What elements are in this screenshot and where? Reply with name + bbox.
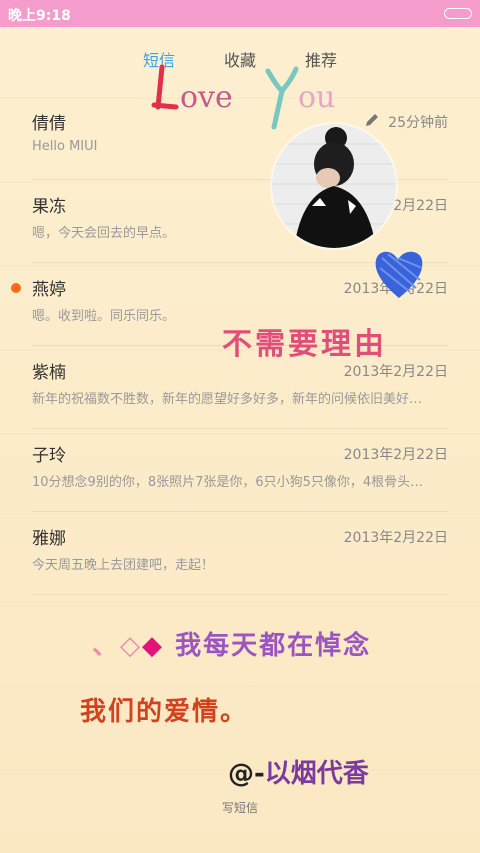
mourning-text-line1: 、◇◆ 我每天都在悼念 — [92, 625, 371, 662]
deco-prefix: 、◇ — [92, 631, 142, 661]
deco-text: 以烟代香 — [264, 759, 369, 789]
contact-name: 雅娜 — [32, 529, 66, 549]
battery-icon — [444, 8, 472, 19]
messages-page: 短信 收藏 推荐 ove ou 倩倩 25分钟前 Hello MIUI 果冻 2… — [0, 27, 480, 853]
message-preview: 10分想念9别的你，8张照片7张是你，6只小狗5只像你，4根骨头… — [32, 475, 424, 490]
contact-name: 燕婷 — [32, 280, 66, 300]
mourning-text-line3: @-以烟代香 — [228, 753, 369, 790]
message-date: 25分钟前 — [388, 115, 448, 131]
compose-button[interactable]: 写短信 — [0, 799, 480, 816]
contact-name: 果冻 — [32, 197, 66, 217]
message-preview: 嗯，今天会回去的早点。 — [32, 226, 176, 241]
conversation-row[interactable]: 子玲 2013年2月22日 10分想念9别的你，8张照片7张是你，6只小狗5只像… — [32, 429, 448, 512]
message-date: 2013年2月22日 — [343, 447, 448, 463]
message-date: 2013年2月22日 — [343, 530, 448, 546]
status-time: 晚上9:18 — [8, 8, 71, 24]
heart-icon — [375, 251, 423, 298]
pencil-icon — [366, 114, 378, 126]
not-need-reason-art: 不需要理由 — [222, 319, 387, 363]
deco-prefix: @- — [228, 759, 265, 789]
message-preview: 今天周五晚上去团建吧，走起！ — [32, 558, 215, 573]
deco-text: 我们的爱情。 — [80, 697, 249, 727]
contact-name: 倩倩 — [32, 114, 66, 134]
avatar-photo — [272, 124, 396, 248]
message-date: 2013年2月22日 — [343, 364, 448, 380]
conversation-row[interactable]: 雅娜 2013年2月22日 今天周五晚上去团建吧，走起！ — [32, 512, 448, 595]
unread-indicator — [11, 283, 21, 293]
contact-name: 子玲 — [32, 446, 66, 466]
status-bar: 晚上9:18 — [0, 0, 480, 27]
contact-name: 紫楠 — [32, 363, 66, 383]
deco-diamond: ◆ — [142, 631, 164, 661]
message-preview: 新年的祝福数不胜数，新年的愿望好多好多，新年的问候依旧美好… — [32, 392, 423, 407]
deco-char: 不需要理由 — [222, 327, 387, 362]
mourning-text-line2: 我们的爱情。 — [80, 691, 248, 728]
deco-text: 我每天都在悼念 — [175, 631, 372, 661]
